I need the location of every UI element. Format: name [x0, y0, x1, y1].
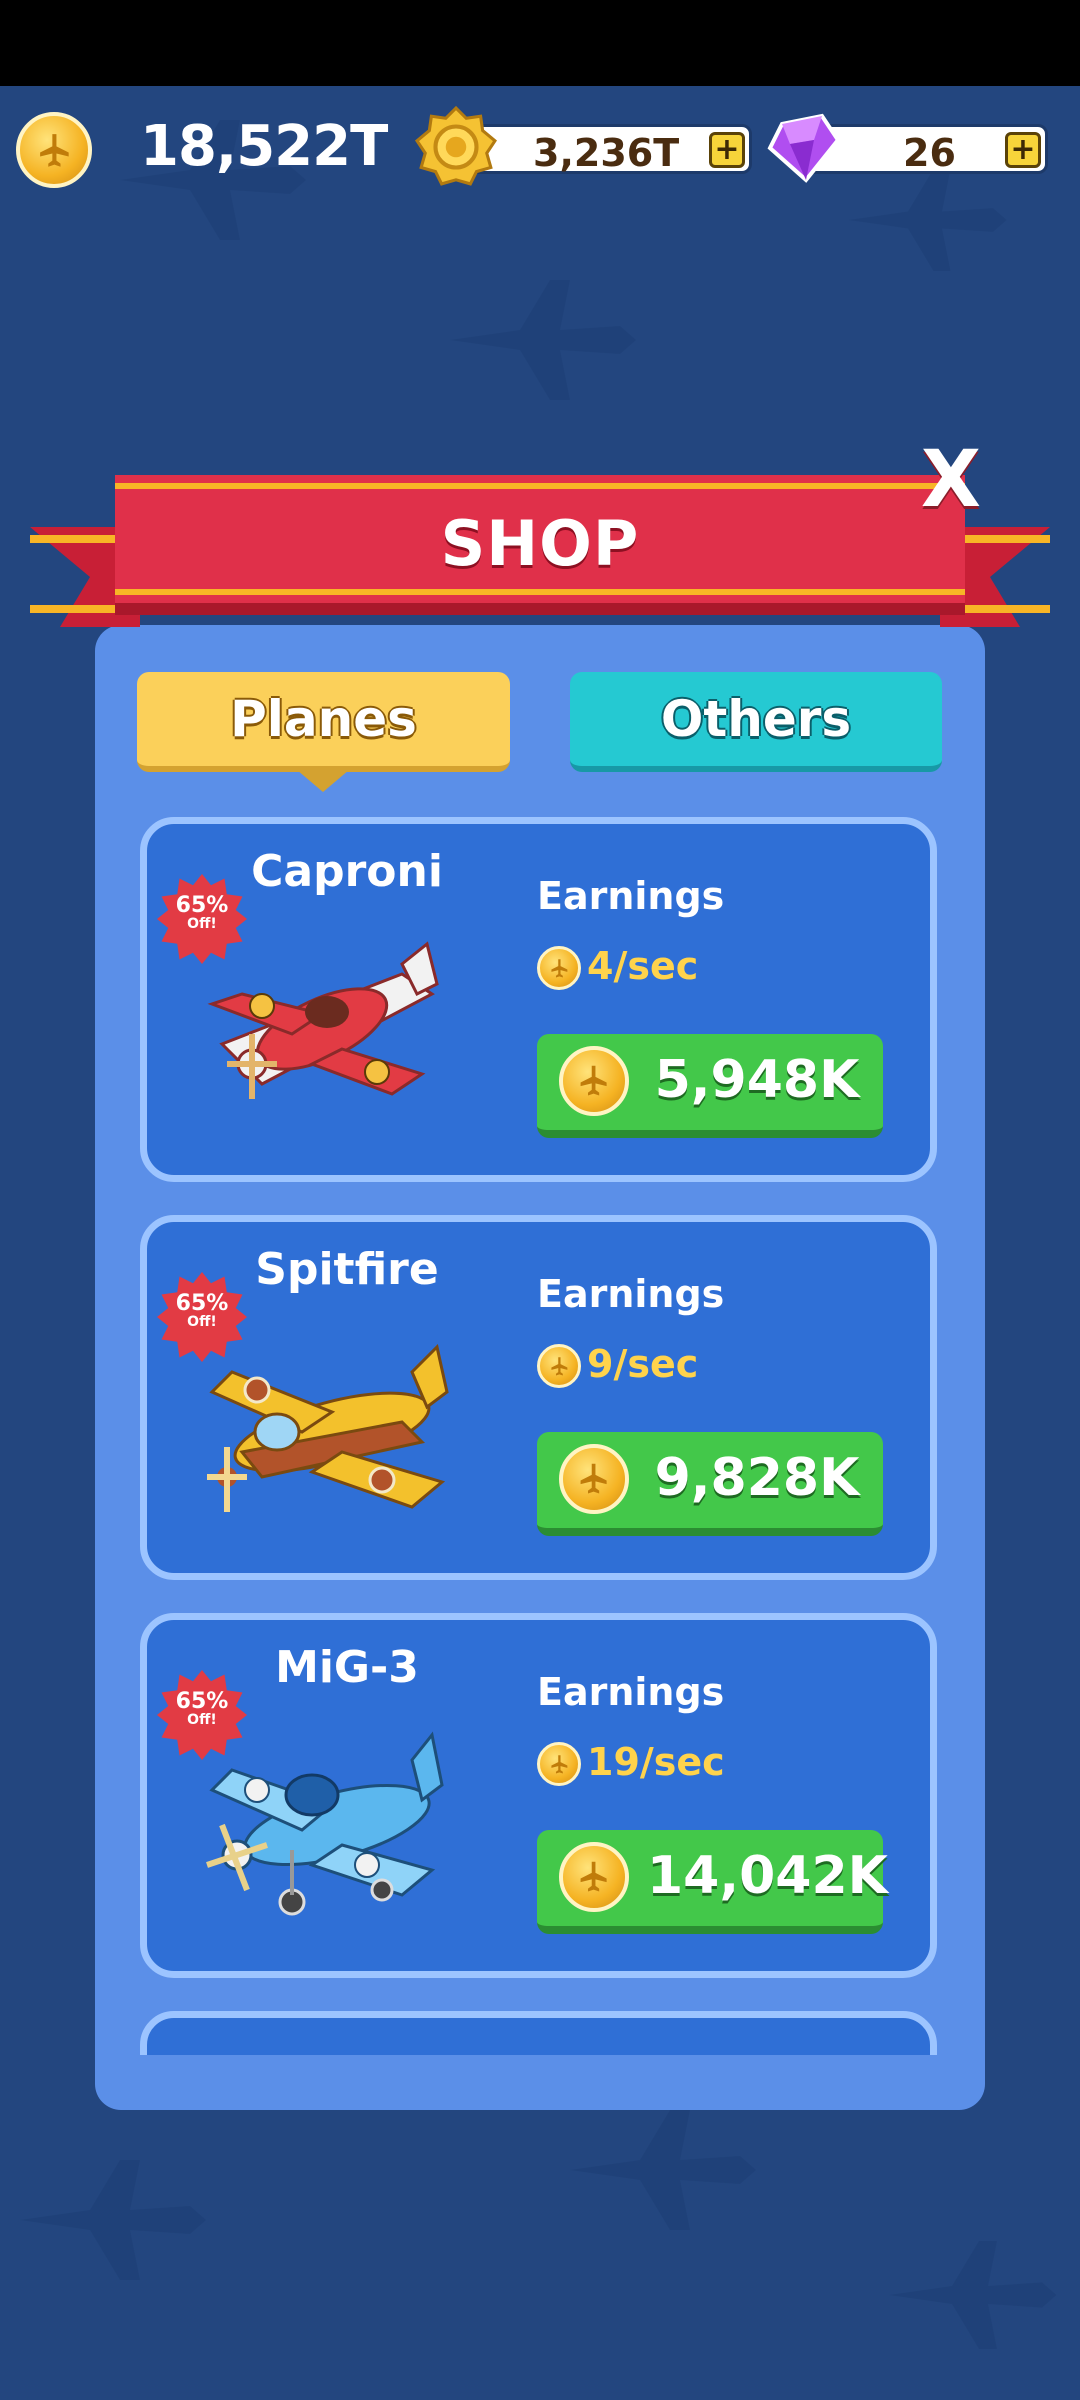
plane-name: Spitfire: [255, 1244, 439, 1295]
status-bar: [0, 0, 1080, 86]
price-coin-icon: [559, 1046, 629, 1116]
discount-badge: 65% Off!: [157, 1291, 247, 1331]
discount-suffix: Off!: [187, 916, 217, 932]
discount-badge: 65% Off!: [157, 893, 247, 933]
caproni-plane-icon: [207, 941, 439, 1099]
earnings-rate: 4/sec: [587, 944, 699, 988]
earnings-label: Earnings: [537, 1670, 725, 1714]
price-label: 14,042K: [647, 1846, 888, 1906]
buy-button[interactable]: 5,948K: [537, 1034, 883, 1138]
background-plane-icon: [450, 280, 636, 400]
discount-value: 65%: [175, 1291, 229, 1316]
tab-selected-indicator: [297, 770, 349, 792]
background-plane-icon: [20, 2160, 206, 2280]
price-label: 9,828K: [654, 1448, 860, 1508]
plane-name: Caproni: [251, 846, 443, 897]
price-coin-icon: [559, 1842, 629, 1912]
background-plane-icon: [889, 2241, 1057, 2349]
tab-planes-label: Planes: [230, 690, 417, 748]
background-plane-icon: [570, 2110, 756, 2230]
earnings-coin-icon: [537, 1742, 581, 1786]
discount-value: 65%: [175, 893, 229, 918]
gold-amount: 18,522T: [140, 114, 388, 179]
gem-icon: [767, 113, 841, 183]
price-label: 5,948K: [654, 1050, 860, 1110]
add-gems-button[interactable]: +: [1005, 132, 1041, 168]
earnings-label: Earnings: [537, 1272, 725, 1316]
gold-coin-icon: [16, 112, 92, 188]
currency-bar: 18,522T 3,236T + 26 +: [0, 100, 1080, 200]
mig-3-plane-icon: [206, 1731, 444, 1916]
earnings-rate: 19/sec: [587, 1740, 725, 1784]
buy-button[interactable]: 9,828K: [537, 1432, 883, 1536]
earnings-label: Earnings: [537, 874, 725, 918]
medal-icon: [415, 106, 497, 186]
discount-value: 65%: [175, 1689, 229, 1714]
plane-card-partial: [140, 2011, 937, 2055]
earnings-coin-icon: [537, 1344, 581, 1388]
tab-planes[interactable]: Planes: [137, 672, 510, 792]
tab-others[interactable]: Others: [570, 672, 942, 772]
gem-amount: 26: [903, 131, 956, 175]
plane-card-caproni: 65% Off! Caproni Earnings 4/sec 5,948K: [140, 817, 937, 1182]
buy-button[interactable]: 14,042K: [537, 1830, 888, 1934]
discount-suffix: Off!: [187, 1314, 217, 1330]
discount-badge: 65% Off!: [157, 1689, 247, 1729]
close-button[interactable]: X: [918, 440, 984, 520]
discount-suffix: Off!: [187, 1712, 217, 1728]
tab-others-label: Others: [660, 690, 852, 748]
plane-card-mig-3: 65% Off! MiG-3 Earnings 19/sec 14,042K: [140, 1613, 937, 1978]
medal-amount: 3,236T: [533, 131, 680, 175]
plane-list[interactable]: 65% Off! Caproni Earnings 4/sec 5,948K 6…: [95, 810, 985, 2055]
plane-name: MiG-3: [275, 1642, 419, 1693]
earnings-rate: 9/sec: [587, 1342, 699, 1386]
earnings-coin-icon: [537, 946, 581, 990]
spitfire-plane-icon: [207, 1344, 449, 1512]
add-medals-button[interactable]: +: [709, 132, 745, 168]
plane-card-spitfire: 65% Off! Spitfire Earnings 9/sec 9,828K: [140, 1215, 937, 1580]
price-coin-icon: [559, 1444, 629, 1514]
